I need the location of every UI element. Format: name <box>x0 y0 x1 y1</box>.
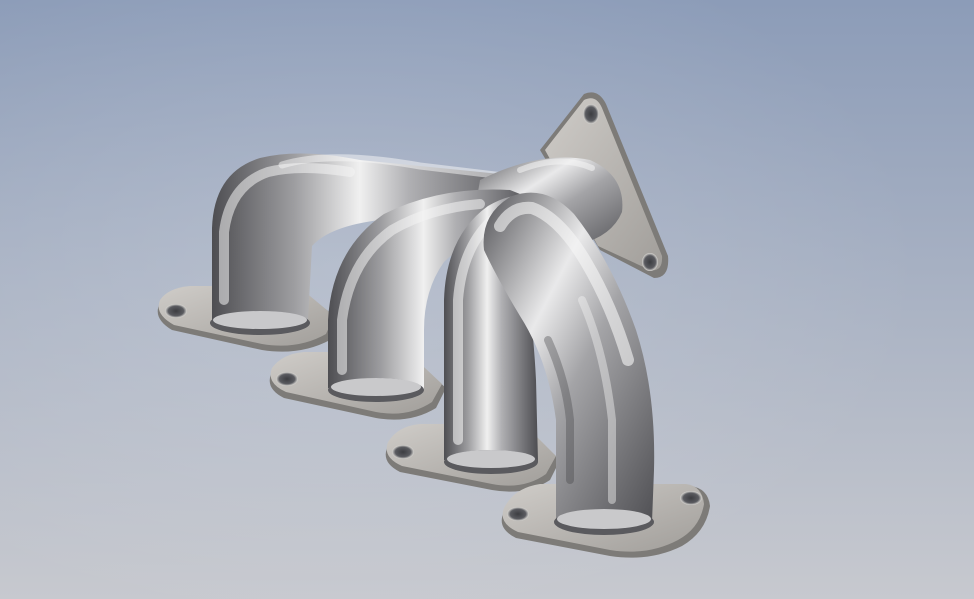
bolt-hole <box>507 507 529 521</box>
bolt-hole <box>680 491 702 505</box>
manifold-render <box>0 0 974 599</box>
bolt-hole <box>165 304 187 318</box>
cad-3d-viewport[interactable] <box>0 0 974 599</box>
bolt-hole <box>642 253 658 271</box>
bolt-hole <box>583 104 599 124</box>
bolt-hole <box>392 445 414 459</box>
bolt-hole <box>276 372 298 386</box>
